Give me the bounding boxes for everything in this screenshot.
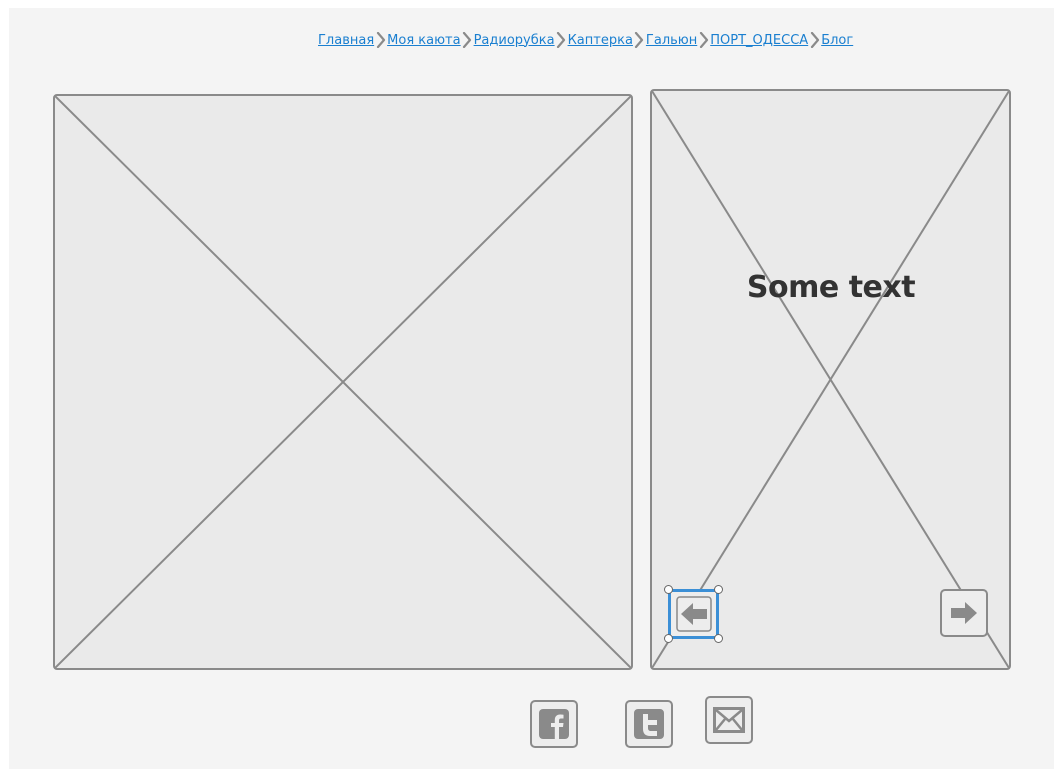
slider-image-placeholder xyxy=(650,89,1011,670)
facebook-icon xyxy=(539,709,569,739)
breadcrumb-link-blog[interactable]: Блог xyxy=(821,33,853,48)
placeholder-cross-icon xyxy=(55,96,631,668)
breadcrumb-link-port-odessa[interactable]: ПОРТ_ОДЕССА xyxy=(710,33,808,48)
chevron-right-icon xyxy=(697,30,710,50)
chevron-right-icon xyxy=(808,30,821,50)
mail-icon xyxy=(713,707,745,733)
mail-button[interactable] xyxy=(705,696,753,744)
breadcrumb: Главная Моя каюта Радиорубка Каптерка Га… xyxy=(318,30,853,50)
chevron-right-icon xyxy=(633,30,646,50)
placeholder-cross-icon xyxy=(652,91,1009,668)
breadcrumb-link-radio-room[interactable]: Радиорубка xyxy=(474,33,555,48)
arrow-right-icon xyxy=(951,602,977,624)
arrow-left-icon xyxy=(675,596,712,632)
slider-prev-button[interactable] xyxy=(668,589,719,639)
main-image-placeholder xyxy=(53,94,633,670)
selection-handle-bottom-right[interactable] xyxy=(714,634,723,643)
breadcrumb-link-home[interactable]: Главная xyxy=(318,33,374,48)
twitter-icon xyxy=(634,709,664,739)
breadcrumb-link-head[interactable]: Гальюн xyxy=(646,33,697,48)
chevron-right-icon xyxy=(555,30,568,50)
slider-next-button[interactable] xyxy=(940,589,988,637)
facebook-button[interactable] xyxy=(530,700,578,748)
twitter-button[interactable] xyxy=(625,700,673,748)
chevron-right-icon xyxy=(461,30,474,50)
selection-handle-top-right[interactable] xyxy=(714,585,723,594)
selection-handle-top-left[interactable] xyxy=(664,585,673,594)
slider-caption: Some text xyxy=(746,270,916,305)
breadcrumb-link-storeroom[interactable]: Каптерка xyxy=(568,33,633,48)
chevron-right-icon xyxy=(374,30,387,50)
selection-handle-bottom-left[interactable] xyxy=(664,634,673,643)
breadcrumb-link-my-cabin[interactable]: Моя каюта xyxy=(387,33,460,48)
